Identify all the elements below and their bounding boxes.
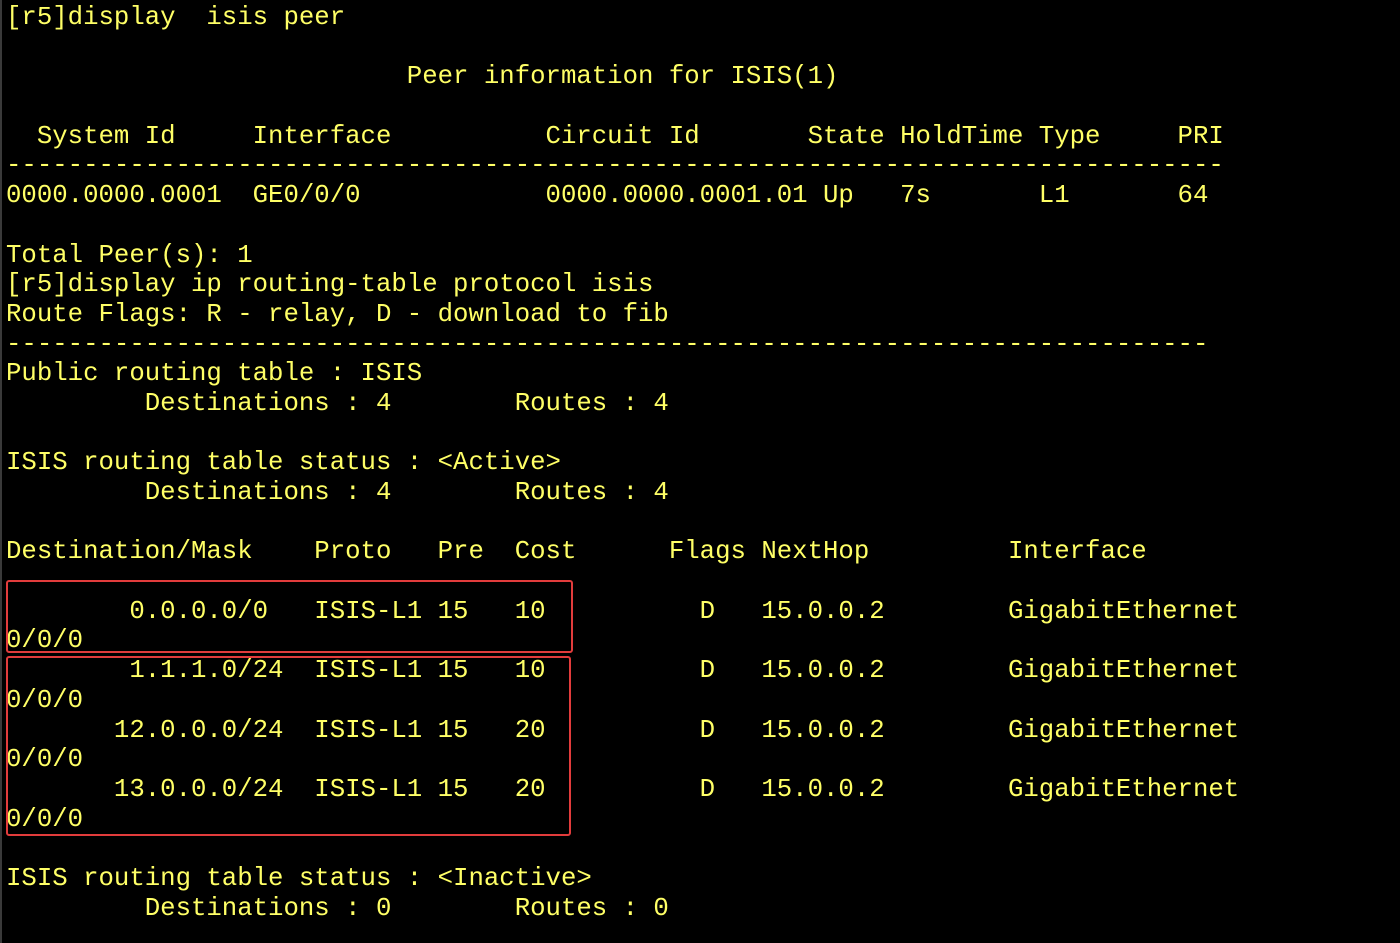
terminal-line-destinations-routes: Destinations : 4 Routes : 4 [6,478,669,507]
terminal-line-public-table: Public routing table : ISIS [6,359,423,389]
terminal-line-route-table-header: Destination/Mask Proto Pre Cost Flags Ne… [6,537,1147,567]
terminal-line-route-row-wrap: 0/0/0 [6,745,84,775]
terminal-line-separator: ----------------------------------------… [6,329,1209,359]
terminal-line-route-row: 12.0.0.0/24 ISIS-L1 15 20 D 15.0.0.2 Gig… [6,715,1240,745]
terminal-line-route-row-wrap: 0/0/0 [6,626,84,656]
terminal-line-command-routing-table: [r5]display ip routing-table protocol is… [6,270,654,300]
terminal-line-inactive-status: ISIS routing table status : <Inactive> [6,863,592,893]
terminal-line-peer-info-title: Peer information for ISIS(1) [6,62,839,92]
terminal-output: [r5]display isis peer Peer information f… [6,3,1239,923]
terminal-line-route-flags: Route Flags: R - relay, D - download to … [6,299,669,329]
terminal-line-active-status: ISIS routing table status : <Active> [6,448,561,478]
terminal-line-separator: ----------------------------------------… [6,151,1224,181]
terminal-line-route-row: 0.0.0.0/0 ISIS-L1 15 10 D 15.0.0.2 Gigab… [6,596,1240,626]
terminal-line-route-row-wrap: 0/0/0 [6,685,84,715]
terminal-line-route-row: 13.0.0.0/24 ISIS-L1 15 20 D 15.0.0.2 Gig… [6,774,1240,804]
window-left-border [0,0,2,943]
terminal-line-route-row-wrap: 0/0/0 [6,804,84,834]
terminal-line-total-peers: Total Peer(s): 1 [6,240,253,270]
terminal-line-command-isis-peer: [r5]display isis peer [6,3,346,32]
terminal-line-peer-row: 0000.0000.0001 GE0/0/0 0000.0000.0001.01… [6,181,1209,211]
terminal-window[interactable]: [r5]display isis peer Peer information f… [0,0,1400,943]
terminal-line-destinations-routes: Destinations : 0 Routes : 0 [6,893,669,923]
terminal-line-peer-table-header: System Id Interface Circuit Id State Hol… [6,121,1224,151]
terminal-line-destinations-routes: Destinations : 4 Routes : 4 [6,388,669,418]
terminal-line-route-row: 1.1.1.0/24 ISIS-L1 15 10 D 15.0.0.2 Giga… [6,656,1240,686]
